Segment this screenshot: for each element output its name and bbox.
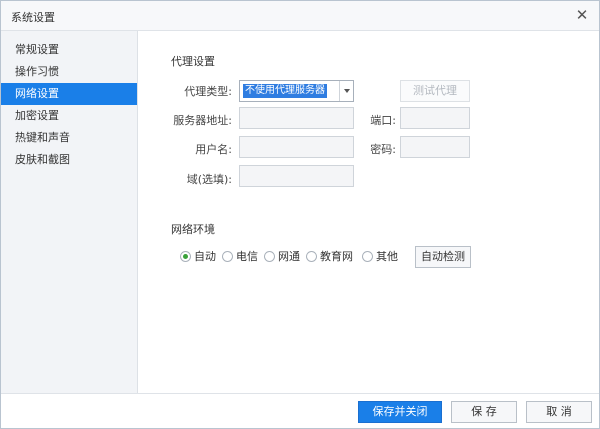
username-label: 用户名: [195,143,232,156]
radio-label: 网通 [278,250,300,263]
chevron-down-icon[interactable] [339,81,353,101]
sidebar-item-encryption[interactable]: 加密设置 [1,105,137,127]
sidebar-item-skin-screenshot[interactable]: 皮肤和截图 [1,149,137,171]
password-label: 密码: [370,143,396,156]
proxy-section-title: 代理设置 [171,55,215,68]
sidebar-item-general[interactable]: 常规设置 [1,39,137,61]
port-input[interactable] [400,107,470,129]
port-label: 端口: [370,114,396,127]
radio-label: 自动 [194,250,216,263]
settings-content: 代理设置 代理类型: 不使用代理服务器 测试代理 服务器地址: 端口: 用户名:… [138,31,599,393]
radio-label: 教育网 [320,250,353,263]
radio-circle-icon [222,251,233,262]
radio-circle-icon [306,251,317,262]
radio-circle-icon [180,251,191,262]
window-title: 系统设置 [11,11,55,24]
password-input[interactable] [400,136,470,158]
sidebar: 常规设置 操作习惯 网络设置 加密设置 热键和声音 皮肤和截图 [1,31,138,393]
sidebar-item-habits[interactable]: 操作习惯 [1,61,137,83]
test-proxy-button[interactable]: 测试代理 [400,80,470,102]
domain-input[interactable] [239,165,354,187]
save-and-close-button[interactable]: 保存并关闭 [358,401,442,423]
close-icon[interactable]: ✕ [573,6,591,24]
radio-label: 其他 [376,250,398,263]
footer: 保存并关闭 保 存 取 消 [1,393,599,428]
server-address-input[interactable] [239,107,354,129]
radio-label: 电信 [236,250,258,263]
auto-detect-button[interactable]: 自动检测 [415,246,471,268]
username-input[interactable] [239,136,354,158]
proxy-type-label: 代理类型: [184,85,232,98]
cancel-button[interactable]: 取 消 [526,401,592,423]
settings-window: 系统设置 ✕ 常规设置 操作习惯 网络设置 加密设置 热键和声音 皮肤和截图 代… [0,0,600,429]
title-bar: 系统设置 ✕ [1,1,599,31]
save-button[interactable]: 保 存 [451,401,517,423]
domain-label: 域(选填): [186,173,232,186]
proxy-type-value: 不使用代理服务器 [243,84,327,98]
sidebar-item-network[interactable]: 网络设置 [1,83,137,105]
proxy-type-select[interactable]: 不使用代理服务器 [239,80,354,102]
sidebar-item-hotkeys-sound[interactable]: 热键和声音 [1,127,137,149]
server-address-label: 服务器地址: [173,114,232,127]
radio-circle-icon [264,251,275,262]
network-section-title: 网络环境 [171,223,215,236]
radio-circle-icon [362,251,373,262]
